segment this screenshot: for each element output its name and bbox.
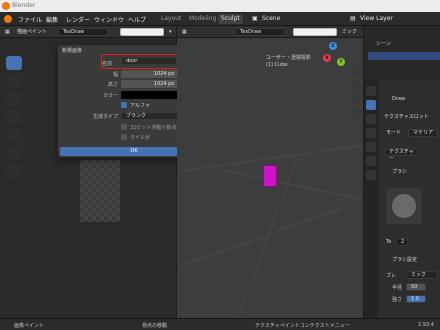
view-layer-icon: ▤ xyxy=(350,15,356,22)
blend-label: ブレ xyxy=(386,273,397,279)
grid-line xyxy=(177,203,352,274)
tool-tab-icon[interactable] xyxy=(366,86,376,96)
tiled-checkbox[interactable] xyxy=(121,134,127,140)
active-tool-tab-icon[interactable] xyxy=(366,100,376,110)
color-label: カラー xyxy=(102,93,118,99)
alpha-label: アルファ xyxy=(130,103,150,109)
dialog-title: 新規画像 xyxy=(62,48,83,54)
menu-help[interactable]: ヘルプ xyxy=(128,15,146,24)
outliner-scene-label[interactable]: シーン xyxy=(376,40,391,47)
view-name-label: ユーザー・透視投影 xyxy=(266,55,311,61)
brush-tool-icon[interactable] xyxy=(6,56,22,70)
smear-tool-icon[interactable] xyxy=(6,92,22,106)
status-left: 画像ペイント xyxy=(14,323,45,329)
scene-icon: ▣ xyxy=(252,15,258,22)
output-tab-icon[interactable] xyxy=(366,128,376,138)
grid-toggle-icon[interactable] xyxy=(351,108,361,118)
viewport-color-field[interactable] xyxy=(293,28,337,36)
gizmo-x-axis-icon[interactable]: X xyxy=(323,54,331,62)
view-layer-tab-icon[interactable] xyxy=(366,142,376,152)
browse-icon[interactable]: ▾ xyxy=(166,28,175,36)
properties-tabs xyxy=(364,80,378,318)
status-middle: 視点の移動 xyxy=(142,323,168,329)
image-preview-checker xyxy=(80,160,120,222)
zoom-icon[interactable] xyxy=(351,66,361,76)
scene-tab-icon[interactable] xyxy=(366,156,376,166)
menu-render[interactable]: レンダー xyxy=(66,15,90,24)
workspace-tab-layout[interactable]: Layout xyxy=(158,14,184,24)
blender-menu-icon[interactable] xyxy=(4,15,12,23)
world-tab-icon[interactable] xyxy=(366,170,376,180)
window-title-bar: Blender xyxy=(0,0,440,12)
brush-settings-header[interactable]: ブラシ設定 xyxy=(392,255,440,265)
float-label: 32ビット浮動小数点 xyxy=(130,125,177,131)
object-name-label: (1) Cube xyxy=(266,62,288,68)
workspace-tab-modeling[interactable]: Modeling xyxy=(186,14,219,24)
blur-tool-icon[interactable] xyxy=(6,74,22,88)
top-menu-bar: ファイル 編集 レンダー ウィンドウ ヘルプ Layout Modeling S… xyxy=(0,12,440,26)
menu-file[interactable]: ファイル xyxy=(18,15,42,24)
viewport-type-icon[interactable]: ▦ xyxy=(179,28,190,36)
height-label: 高さ xyxy=(107,82,118,88)
gizmo-y-axis-icon[interactable]: Y xyxy=(337,58,345,66)
fill-tool-icon[interactable] xyxy=(6,128,22,142)
viewport-header: ▦ TexDraw ミック xyxy=(177,26,363,38)
viewport-mix-label[interactable]: ミック xyxy=(339,28,360,36)
brush-preview[interactable] xyxy=(386,188,422,224)
name-highlight xyxy=(101,54,178,69)
menu-edit[interactable]: 編集 xyxy=(46,15,58,24)
workspace-tab-sculpt[interactable]: Sculpt xyxy=(218,14,243,24)
width-label: 幅 xyxy=(112,72,118,78)
status-right: テクスチャペイントコンテクストメニュー xyxy=(255,323,350,329)
mask-tool-icon[interactable] xyxy=(6,146,22,160)
version-label: 2.93.4 xyxy=(418,322,434,328)
radius-field[interactable]: 50 xyxy=(406,283,426,291)
strength-label: 強さ xyxy=(392,297,403,303)
strength-field[interactable]: 1.0 xyxy=(406,295,426,303)
view-layer-name[interactable]: View Layer xyxy=(360,15,393,22)
scene-name[interactable]: Scene xyxy=(262,15,280,22)
outliner-panel: シーン xyxy=(364,26,440,80)
alpha-checkbox[interactable] xyxy=(121,102,127,108)
brush-header[interactable]: ブラシ xyxy=(392,167,440,177)
blend-dropdown[interactable]: ミック xyxy=(406,271,438,279)
image-color-field[interactable] xyxy=(120,28,164,36)
radius-label: 半径 xyxy=(392,285,403,291)
material-dropdown[interactable]: マテリア xyxy=(408,129,438,137)
draw-label: Draw xyxy=(392,96,406,102)
texture-slot-header[interactable]: テクスチャスロット xyxy=(384,112,440,122)
clone-tool-icon[interactable] xyxy=(6,110,22,124)
camera-icon[interactable] xyxy=(351,94,361,104)
gizmo-z-axis-icon[interactable]: Z xyxy=(329,42,337,50)
window-title: Blender xyxy=(12,2,36,9)
tiled-label: タイル状 xyxy=(130,135,151,141)
blender-logo-icon xyxy=(2,2,10,10)
tex-label: Te xyxy=(386,239,392,245)
left-toolbar xyxy=(2,40,24,190)
image-editor-header: ▦ 描画ペイント TexDraw ▾ xyxy=(0,26,176,38)
brush-users-count[interactable]: 2 xyxy=(396,238,408,246)
mode-dropdown[interactable]: 描画ペイント xyxy=(14,28,50,36)
outliner-row[interactable] xyxy=(368,62,440,70)
brush-icon xyxy=(392,194,416,218)
texture-paint-field[interactable]: テクスチャー xyxy=(384,148,418,162)
pan-hand-icon[interactable] xyxy=(351,80,361,90)
gen-type-label: 生成タイプ xyxy=(92,114,118,120)
cube-object[interactable] xyxy=(263,165,277,187)
outliner-selected-row[interactable] xyxy=(368,52,440,60)
status-bar: 画像ペイント 視点の移動 テクスチャペイントコンテクストメニュー 2.93.4 xyxy=(0,318,440,330)
editor-type-icon[interactable]: ▦ xyxy=(2,28,13,36)
render-tab-icon[interactable] xyxy=(366,114,376,124)
annotate-tool-icon[interactable] xyxy=(6,164,22,178)
float-checkbox[interactable] xyxy=(121,124,127,130)
image-name-field[interactable]: TexDraw xyxy=(58,28,108,36)
menu-window[interactable]: ウィンドウ xyxy=(94,15,124,24)
viewport-image-field[interactable]: TexDraw xyxy=(235,28,285,36)
